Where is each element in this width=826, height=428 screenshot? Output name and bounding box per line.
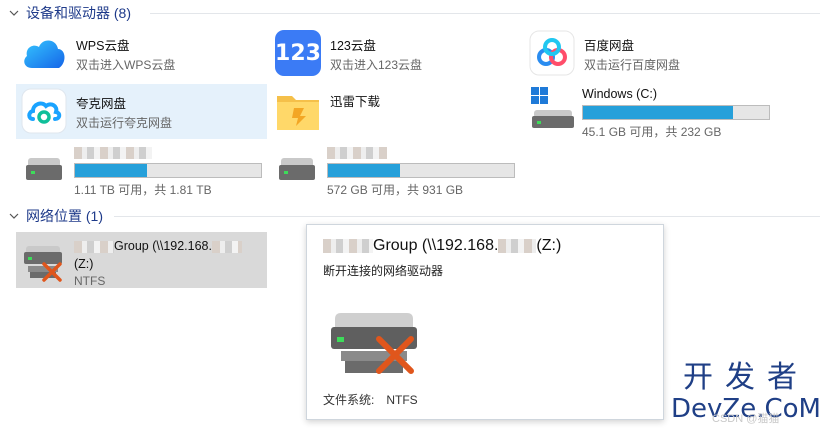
capacity-bar-fill [328,164,400,177]
popup-description: 断开连接的网络驱动器 [323,264,444,278]
capacity-bar [582,105,770,120]
hard-drive-icon [273,144,321,192]
network-drive-disconnected-icon [327,309,423,389]
drive-name: WPS云盘 [76,39,130,53]
drive-capacity-text: 1.11 TB 可用，共 1.81 TB [74,183,212,197]
drive-tile-local-a[interactable]: 1.11 TB 可用，共 1.81 TB [20,144,270,198]
name-obscured [498,238,537,253]
chevron-down-icon[interactable] [6,5,22,21]
group-divider [150,13,820,14]
drive-subtitle: 双击运行百度网盘 [584,58,681,72]
popup-title: Group (\\192.168. (Z:) [323,237,561,255]
capacity-bar-fill [583,106,733,119]
cloud-icon [20,30,68,78]
drive-tile-quark[interactable]: 夸克网盘 双击运行夸克网盘 [16,84,267,139]
capacity-bar [327,163,515,178]
fs-value: NTFS [386,393,418,407]
quark-cloud-icon [20,88,68,136]
drive-tile-local-b[interactable]: 572 GB 可用，共 931 GB [273,144,523,198]
chevron-down-icon[interactable] [6,208,22,224]
drive-filesystem: NTFS [74,274,106,288]
fs-label: 文件系统: [323,393,375,407]
windows-drive-icon [528,84,576,132]
name-obscured [74,240,114,253]
group-header-network[interactable]: 网络位置 (1) [0,205,103,227]
group-header-devices[interactable]: 设备和驱动器 (8) [0,2,131,24]
watermark-line1: 开发者 [683,360,809,395]
name-obscured [323,238,373,253]
drive-tile-baidu[interactable]: 百度网盘 双击运行百度网盘 [528,30,778,76]
drive-subtitle: 双击进入WPS云盘 [76,58,176,72]
capacity-bar-fill [75,164,147,177]
drive-letter: (Z:) [74,257,94,271]
drive-name: 百度网盘 [584,39,635,53]
popup-title-text: Group (\\192.168. [373,237,499,254]
drive-subtitle: 双击运行夸克网盘 [76,116,173,130]
watermark-sub: CSDN @猫猫 [712,413,780,425]
capacity-bar [74,163,262,178]
popup-title-tail: (Z:) [536,237,562,254]
drive-tile-xunlei[interactable]: 迅雷下载 [274,86,524,138]
network-drive-disconnected-icon [20,238,68,286]
folder-thunder-icon [274,86,322,134]
popup-filesystem: 文件系统: NTFS [323,391,418,408]
drive-name: 123云盘 [330,39,376,53]
drive-tile-windows[interactable]: Windows (C:) 45.1 GB 可用，共 232 GB [528,84,788,139]
drive-name: 夸克网盘 [76,97,127,111]
group-label-network: 网络位置 (1) [26,208,103,224]
drive-tile-123[interactable]: 123 123云盘 双击进入123云盘 [274,30,524,76]
drive-capacity-text: 572 GB 可用，共 931 GB [327,183,464,197]
drive-capacity-text: 45.1 GB 可用，共 232 GB [582,125,722,139]
drive-tile-wps[interactable]: WPS云盘 双击进入WPS云盘 [20,30,270,76]
drive-info-popup: Group (\\192.168. (Z:) 断开连接的网络驱动器 文件系统: NT… [306,224,664,420]
drive-name-obscured [74,144,262,160]
drive-name: Group (\\192.168. [74,238,242,254]
drive-name-suffix: Group (\\192.168. [114,239,212,253]
network-drive-tile[interactable]: Group (\\192.168. (Z:) NTFS [16,232,267,288]
123-logo-icon: 123 [274,30,322,78]
group-divider [114,216,820,217]
hard-drive-icon [20,144,68,192]
drive-name: Windows (C:) [582,87,658,101]
drive-name: 迅雷下载 [330,95,381,109]
group-label-devices: 设备和驱动器 (8) [26,5,131,21]
baidu-netdisk-icon [528,30,576,78]
drive-subtitle: 双击进入123云盘 [330,58,423,72]
123-logo-text: 123 [275,30,321,76]
drive-name-obscured [327,144,515,160]
name-obscured [211,240,242,253]
